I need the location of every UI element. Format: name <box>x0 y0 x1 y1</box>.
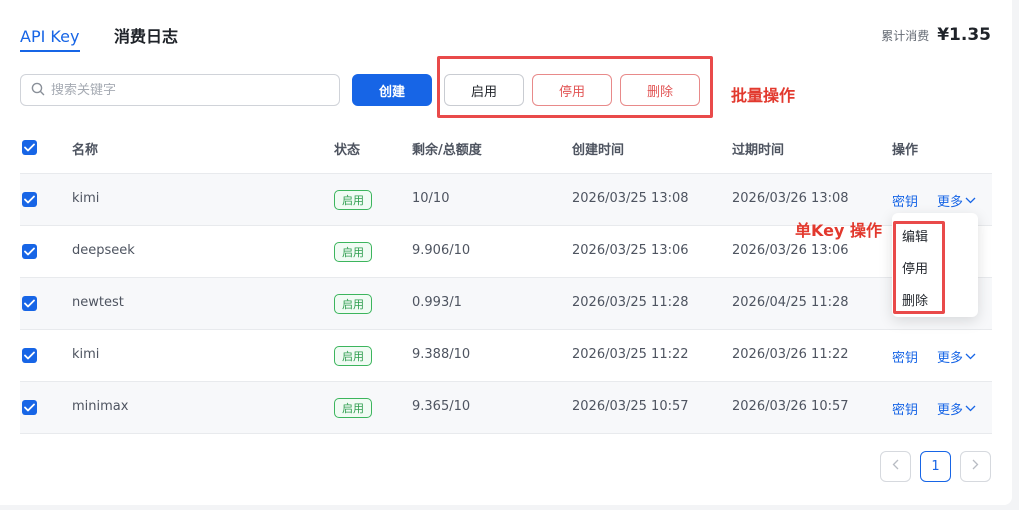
row-checkbox[interactable] <box>22 400 37 415</box>
chevron-left-icon <box>892 459 899 474</box>
batch-delete-button[interactable]: 删除 <box>620 74 700 106</box>
select-all-checkbox[interactable] <box>22 140 37 155</box>
create-button[interactable]: 创建 <box>352 74 432 106</box>
search-box[interactable] <box>20 74 340 106</box>
total-consumption: 累计消费 ¥1.35 <box>881 25 991 45</box>
row-created: 2026/03/25 11:22 <box>572 347 689 362</box>
row-checkbox[interactable] <box>22 296 37 311</box>
tab-api-key[interactable]: API Key <box>20 27 79 47</box>
column-header-actions: 操作 <box>892 143 919 158</box>
chevron-down-icon <box>965 349 976 364</box>
row-name: kimi <box>72 347 100 362</box>
search-icon <box>31 81 45 100</box>
more-dropdown-trigger[interactable]: 更多 <box>937 191 976 210</box>
row-name: kimi <box>72 191 100 206</box>
column-header-expires: 过期时间 <box>732 143 785 158</box>
batch-disable-button[interactable]: 停用 <box>532 74 612 106</box>
chevron-down-icon <box>965 401 976 416</box>
row-name: deepseek <box>72 243 135 258</box>
status-badge: 启用 <box>334 242 372 262</box>
status-badge: 启用 <box>334 346 372 366</box>
dropdown-item-edit[interactable]: 编辑 <box>902 226 928 245</box>
table-row: minimax 启用 9.365/10 2026/03/25 10:57 202… <box>20 382 992 434</box>
key-link[interactable]: 密钥 <box>892 347 918 366</box>
row-expires: 2026/03/26 10:57 <box>732 399 849 414</box>
key-link[interactable]: 密钥 <box>892 399 918 418</box>
status-badge: 启用 <box>334 398 372 418</box>
status-badge: 启用 <box>334 294 372 314</box>
more-dropdown-trigger[interactable]: 更多 <box>937 399 976 418</box>
row-quota: 9.365/10 <box>412 399 471 414</box>
column-header-name: 名称 <box>72 143 99 158</box>
row-quota: 9.906/10 <box>412 243 471 258</box>
single-key-actions-annotation: 单Key 操作 <box>795 221 882 240</box>
active-tab-indicator <box>20 50 80 52</box>
more-label: 更多 <box>937 195 964 210</box>
table-row: kimi 启用 9.388/10 2026/03/25 11:22 2026/0… <box>20 330 992 382</box>
row-created: 2026/03/25 10:57 <box>572 399 689 414</box>
more-label: 更多 <box>937 351 964 366</box>
row-expires: 2026/04/25 11:28 <box>732 295 849 310</box>
row-quota: 10/10 <box>412 191 450 206</box>
dropdown-item-disable[interactable]: 停用 <box>902 258 928 277</box>
row-quota: 0.993/1 <box>412 295 462 310</box>
table-header: 名称 状态 剩余/总额度 创建时间 过期时间 操作 <box>20 122 992 174</box>
chevron-right-icon <box>972 459 979 474</box>
column-header-status: 状态 <box>334 143 361 158</box>
row-name: newtest <box>72 295 124 310</box>
tab-consumption-log[interactable]: 消费日志 <box>114 27 178 47</box>
key-link[interactable]: 密钥 <box>892 191 918 210</box>
row-created: 2026/03/25 13:06 <box>572 243 689 258</box>
pagination-prev-button[interactable] <box>880 451 911 482</box>
dropdown-item-delete[interactable]: 删除 <box>902 290 928 309</box>
batch-enable-button[interactable]: 启用 <box>444 74 524 106</box>
chevron-down-icon <box>965 193 976 208</box>
row-expires: 2026/03/26 11:22 <box>732 347 849 362</box>
row-name: minimax <box>72 399 129 414</box>
pagination-next-button[interactable] <box>960 451 991 482</box>
row-checkbox[interactable] <box>22 244 37 259</box>
row-expires: 2026/03/26 13:06 <box>732 243 849 258</box>
more-dropdown-trigger[interactable]: 更多 <box>937 347 976 366</box>
search-input[interactable] <box>51 82 339 98</box>
pagination-page[interactable]: 1 <box>920 451 951 482</box>
column-header-quota: 剩余/总额度 <box>412 143 482 158</box>
row-checkbox[interactable] <box>22 192 37 207</box>
row-expires: 2026/03/26 13:08 <box>732 191 849 206</box>
status-badge: 启用 <box>334 190 372 210</box>
more-label: 更多 <box>937 403 964 418</box>
row-created: 2026/03/25 11:28 <box>572 295 689 310</box>
batch-actions-annotation: 批量操作 <box>731 86 796 105</box>
column-header-created: 创建时间 <box>572 143 625 158</box>
api-key-panel: API Key 消费日志 累计消费 ¥1.35 创建 启用 停用 删除 批量操作… <box>0 0 1012 505</box>
total-consumption-label: 累计消费 <box>881 29 930 43</box>
more-actions-dropdown: 编辑 停用 删除 <box>892 213 978 317</box>
row-created: 2026/03/25 13:08 <box>572 191 689 206</box>
table-row: newtest 启用 0.993/1 2026/03/25 11:28 2026… <box>20 278 992 330</box>
row-checkbox[interactable] <box>22 348 37 363</box>
total-consumption-value: ¥1.35 <box>937 25 991 45</box>
row-quota: 9.388/10 <box>412 347 471 362</box>
